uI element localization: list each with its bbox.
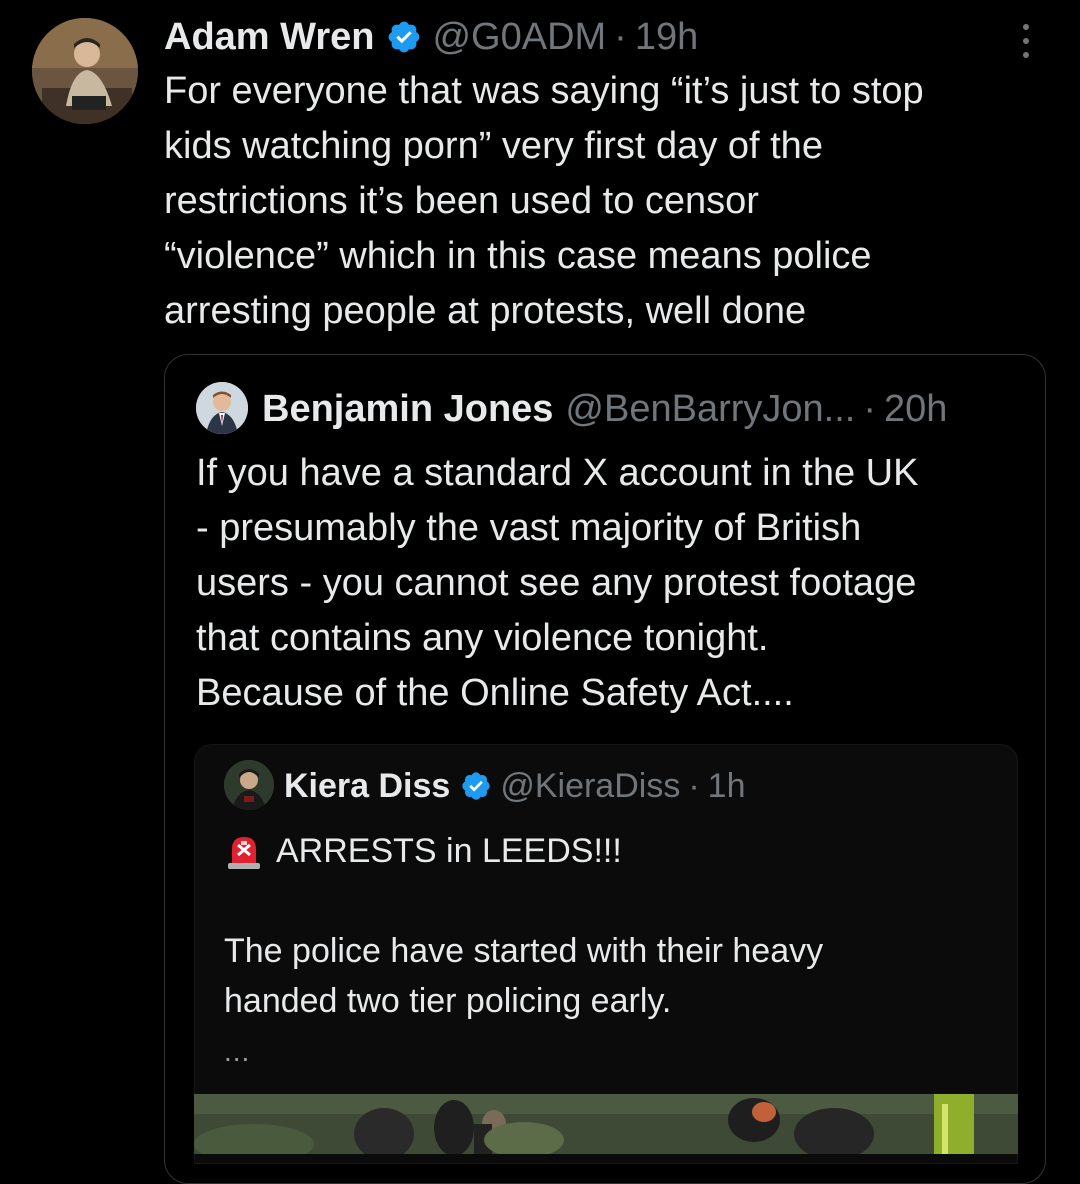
quoted-tweet-timestamp[interactable]: 20h bbox=[884, 386, 947, 432]
quoted-author-handle[interactable]: @BenBarryJon... bbox=[565, 386, 855, 432]
quoted-text-line: that contains any violence tonight. bbox=[196, 617, 769, 659]
embedded-tweet-timestamp: 1h bbox=[707, 767, 746, 805]
quoted-text-line: If you have a standard X account in the … bbox=[196, 452, 919, 494]
tweet-text: For everyone that was saying “it’s just … bbox=[164, 64, 1044, 339]
author-avatar[interactable] bbox=[32, 18, 138, 124]
author-name[interactable]: Adam Wren bbox=[164, 14, 374, 60]
quoted-author-name[interactable]: Benjamin Jones bbox=[262, 386, 553, 432]
embedded-text-line: The police have started with their heavy bbox=[224, 932, 824, 970]
protest-video-image bbox=[194, 1094, 1018, 1154]
quoted-avatar-photo-icon bbox=[196, 382, 248, 434]
embedded-headline-text: ARRESTS in LEEDS!!! bbox=[276, 831, 622, 870]
embedded-author-avatar bbox=[224, 760, 274, 810]
author-handle[interactable]: @G0ADM bbox=[432, 14, 606, 60]
tweet-header: Adam Wren @G0ADM · 19h bbox=[164, 14, 698, 60]
embedded-headline: ARRESTS in LEEDS!!! bbox=[224, 828, 622, 874]
more-options-dot bbox=[1023, 52, 1029, 58]
embedded-avatar-photo-icon bbox=[224, 760, 274, 810]
quoted-tweet-header: Benjamin Jones @BenBarryJon... · 20h bbox=[262, 386, 947, 432]
separator-dot: · bbox=[863, 388, 876, 430]
siren-icon bbox=[228, 837, 260, 869]
embedded-ellipsis: ... bbox=[224, 1036, 251, 1067]
quoted-text-line: users - you cannot see any protest foota… bbox=[196, 562, 917, 604]
embedded-author-name: Kiera Diss bbox=[284, 767, 451, 805]
quoted-author-avatar[interactable] bbox=[196, 382, 248, 434]
embedded-tweet-header: Kiera Diss @KieraDiss · 1h bbox=[284, 764, 745, 808]
verified-badge-icon bbox=[389, 21, 420, 53]
quoted-text-line: Because of the Online Safety Act.... bbox=[196, 672, 794, 714]
embedded-text-line: handed two tier policing early. bbox=[224, 982, 672, 1020]
tweet-text-line: arresting people at protests, well done bbox=[164, 290, 807, 332]
tweet-text-line: restrictions it’s been used to censor bbox=[164, 180, 759, 222]
tweet-timestamp[interactable]: 19h bbox=[635, 14, 698, 60]
separator-dot: · bbox=[688, 767, 700, 805]
tweet-text-line: kids watching porn” very first day of th… bbox=[164, 125, 823, 167]
verified-badge-icon bbox=[462, 772, 490, 800]
separator-dot: · bbox=[614, 16, 627, 58]
embedded-tweet-text: The police have started with their heavy… bbox=[224, 926, 1004, 1026]
more-options-dot bbox=[1023, 38, 1029, 44]
quoted-text-line: - presumably the vast majority of Britis… bbox=[196, 507, 862, 549]
embedded-author-handle: @KieraDiss bbox=[500, 767, 681, 805]
quoted-tweet-text: If you have a standard X account in the … bbox=[196, 446, 1026, 721]
more-options-icon bbox=[1023, 24, 1029, 30]
embedded-video-thumbnail[interactable] bbox=[194, 1094, 1018, 1154]
tweet-text-line: “violence” which in this case means poli… bbox=[164, 235, 872, 277]
more-options-button[interactable] bbox=[1016, 24, 1036, 58]
tweet-text-line: For everyone that was saying “it’s just … bbox=[164, 70, 924, 112]
user-avatar-photo-icon bbox=[32, 18, 138, 124]
